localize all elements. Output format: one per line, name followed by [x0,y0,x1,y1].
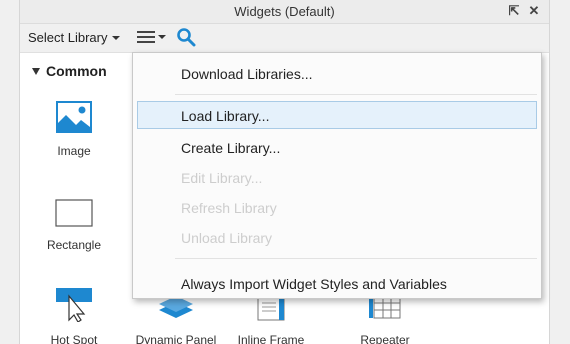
widget-image[interactable]: Image [29,101,119,158]
hamburger-menu-icon [137,31,155,43]
close-icon[interactable]: ✕ [527,3,541,19]
menu-separator [175,258,537,259]
select-library-dropdown[interactable]: Select Library [28,30,121,45]
menu-item-load-library[interactable]: Load Library... [137,101,537,129]
panel-title: Widgets (Default) [234,4,335,19]
section-label: Common [46,63,107,79]
rectangle-icon [55,199,93,227]
widget-label: Inline Frame [237,333,305,344]
menu-item-download-libraries[interactable]: Download Libraries... [137,59,537,87]
collapse-triangle-icon [32,67,40,75]
hot-spot-icon [56,288,92,323]
menu-item-always-import-styles[interactable]: Always Import Widget Styles and Variable… [137,269,537,297]
section-common-header[interactable]: Common [32,63,107,79]
library-menu-button[interactable] [137,30,166,44]
widget-label: Repeater [360,333,410,344]
panel-titlebar: Widgets (Default) ⇱ ✕ [20,0,549,24]
menu-item-unload-library: Unload Library [181,230,273,246]
widget-rectangle[interactable]: Rectangle [29,199,119,252]
chevron-down-icon [158,35,166,39]
select-library-label: Select Library [28,30,108,45]
menu-item-refresh-library: Refresh Library [181,200,277,216]
widget-label: Rectangle [46,238,102,252]
image-icon [56,101,92,133]
menu-item-edit-library: Edit Library... [181,170,263,186]
widget-hot-spot[interactable]: Hot Spot [29,288,119,344]
search-icon [177,28,196,47]
chevron-down-icon [112,35,121,40]
pop-out-icon[interactable]: ⇱ [507,3,521,19]
widget-label: Hot Spot [50,333,98,344]
library-menu-dropdown: Download Libraries... Load Library... Cr… [132,52,542,299]
library-toolbar: Select Library [20,24,549,52]
search-button[interactable] [176,27,196,50]
widget-label: Image [57,144,91,158]
menu-separator [175,94,537,95]
menu-item-create-library[interactable]: Create Library... [137,133,537,161]
widget-label: Dynamic Panel [135,333,217,344]
